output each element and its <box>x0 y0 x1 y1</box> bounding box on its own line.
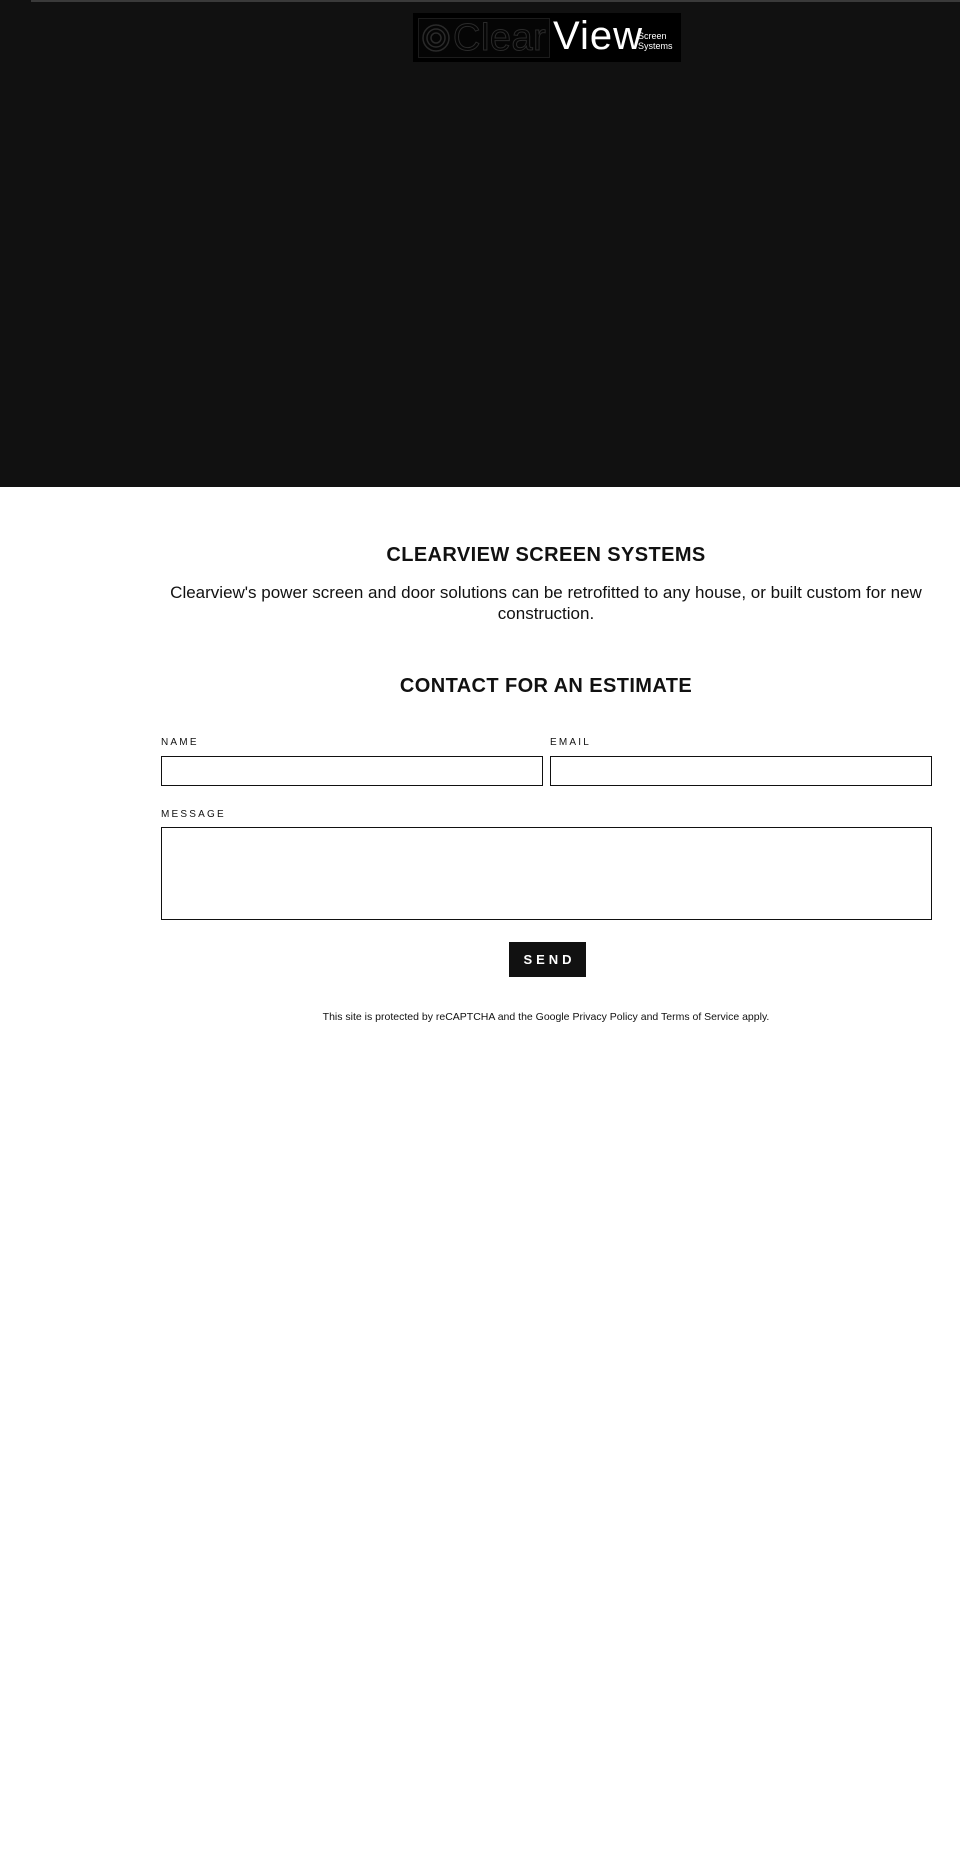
logo-subtitle: Screen Systems <box>638 31 673 51</box>
logo-word-clear: Clear <box>452 17 547 59</box>
recaptcha-text-middle: and <box>637 1010 661 1023</box>
concentric-circles-icon <box>422 24 450 52</box>
about-title: CLEARVIEW SCREEN SYSTEMS <box>386 544 706 566</box>
about-section: CLEARVIEW SCREEN SYSTEMS Clearview's pow… <box>161 540 931 624</box>
site-logo[interactable]: Clear View Screen Systems <box>413 13 681 62</box>
email-label: EMAIL <box>550 737 592 748</box>
recaptcha-text-suffix: apply. <box>739 1010 770 1023</box>
contact-title: CONTACT FOR AN ESTIMATE <box>399 675 693 697</box>
hero-banner: Clear View Screen Systems <box>0 0 960 487</box>
logo-subtitle-line-1: Screen <box>638 31 667 41</box>
privacy-policy-link[interactable]: Privacy Policy <box>572 1011 637 1023</box>
recaptcha-notice: This site is protected by reCAPTCHA and … <box>161 1010 931 1024</box>
name-input[interactable] <box>161 756 543 786</box>
logo-clear-block: Clear <box>418 18 550 58</box>
message-label: MESSAGE <box>161 809 226 820</box>
logo-word-view: View <box>553 14 643 58</box>
email-input[interactable] <box>550 756 932 786</box>
logo-subtitle-line-2: Systems <box>638 41 673 51</box>
about-description: Clearview's power screen and door soluti… <box>170 583 922 623</box>
recaptcha-text-prefix: This site is protected by reCAPTCHA and … <box>322 1010 573 1023</box>
terms-of-service-link[interactable]: Terms of Service <box>661 1011 739 1023</box>
top-border-strip <box>31 0 960 2</box>
send-button[interactable]: SEND <box>509 942 586 977</box>
name-label: NAME <box>161 737 199 748</box>
message-textarea[interactable] <box>161 827 932 920</box>
